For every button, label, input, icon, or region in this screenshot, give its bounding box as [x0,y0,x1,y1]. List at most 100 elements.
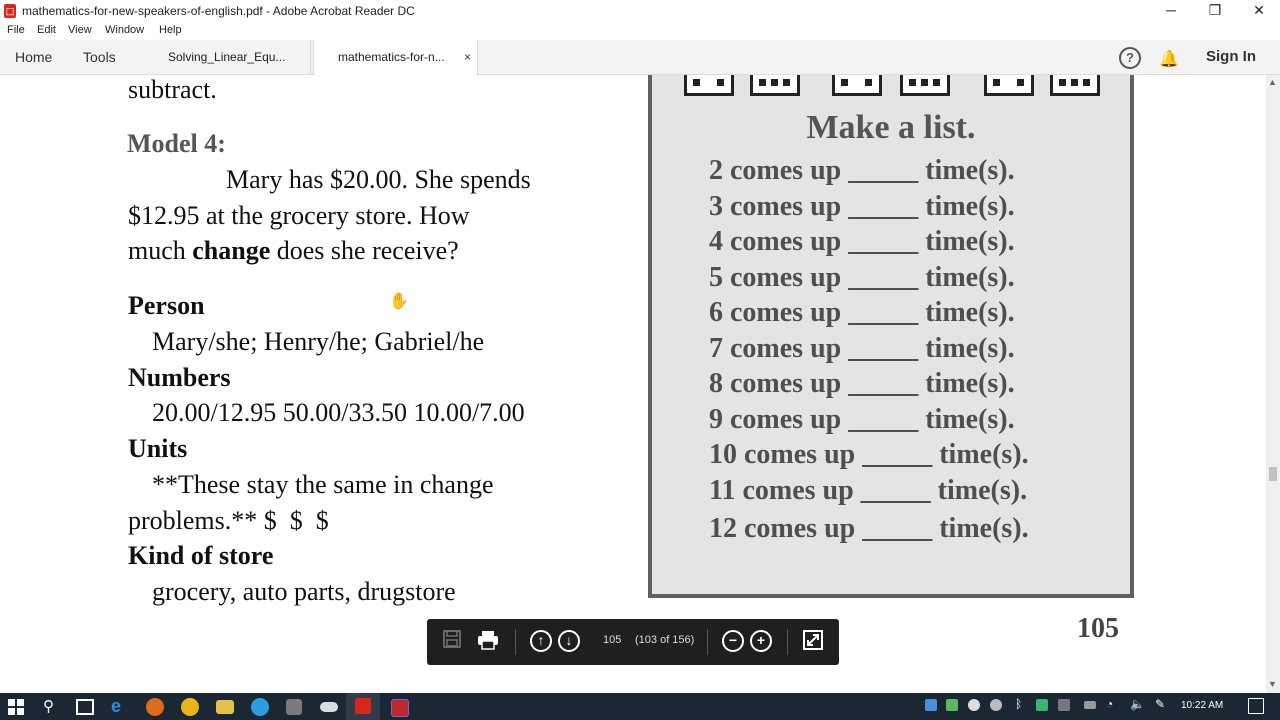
text-subtract: subtract. [128,75,217,104]
problem-line-1: Mary has $20.00. She spends [226,165,531,194]
dice-icon [984,75,1034,96]
units-line-2: problems.** $ $ $ [128,506,329,535]
problem-text: much [128,236,193,265]
edge-browser-icon[interactable]: e [111,696,133,718]
print-icon[interactable] [476,630,500,654]
tab-tools[interactable]: Tools [83,49,116,65]
previous-page-icon[interactable]: ↑ [530,630,552,652]
close-window-button[interactable]: ✕ [1236,0,1280,22]
make-a-list-box: Make a list. 2 comes up _____ time(s). 3… [648,75,1134,598]
pen-icon[interactable]: ✎ [1155,697,1165,711]
system-clock[interactable]: 10:22 AM [1181,700,1223,711]
list-item: 9 comes up _____ time(s). [709,404,1015,435]
acrobat-reader-icon [355,698,371,714]
menu-view[interactable]: View [68,24,92,36]
tray-icon[interactable] [1036,699,1048,711]
list-item: 3 comes up _____ time(s). [709,191,1015,222]
scroll-up-arrow-icon[interactable]: ▲ [1268,77,1277,87]
save-icon[interactable] [440,630,464,654]
person-value: Mary/she; Henry/he; Gabriel/he [152,327,485,356]
menu-window[interactable]: Window [105,24,144,36]
tab-document-label: Solving_Linear_Equ... [168,50,286,64]
tab-document-mathematics[interactable]: mathematics-for-n... × [313,40,478,75]
page-count: (103 of 156) [635,634,695,646]
volume-icon[interactable]: 🔈 [1130,697,1145,711]
menu-edit[interactable]: Edit [37,24,56,36]
tray-icon[interactable] [925,699,937,711]
make-a-list-title: Make a list. [806,109,976,146]
scroll-down-arrow-icon[interactable]: ▼ [1268,679,1277,689]
tray-icon[interactable] [1058,699,1070,711]
problem-line-3: much change does she receive? [128,236,459,266]
store-value: grocery, auto parts, drugstore [152,577,456,606]
app-icon[interactable] [251,698,269,716]
problem-line-2: $12.95 at the grocery store. How [128,201,470,230]
tray-icon[interactable] [968,699,980,711]
close-tab-icon[interactable]: × [464,40,471,74]
help-icon[interactable]: ? [1119,47,1141,69]
notifications-icon[interactable] [1248,698,1264,714]
restore-button[interactable]: ❐ [1192,0,1238,22]
battery-icon[interactable] [1084,701,1096,709]
units-line-1: **These stay the same in change [152,470,494,499]
zoom-in-icon[interactable]: + [750,630,772,652]
document-viewer[interactable]: subtract. Model 4: Mary has $20.00. She … [0,75,1266,693]
firefox-icon[interactable] [146,698,164,716]
numbers-heading: Numbers [128,363,231,392]
dice-icon [832,75,882,96]
tab-home[interactable]: Home [15,49,52,65]
list-item: 2 comes up _____ time(s). [709,155,1015,186]
menu-help[interactable]: Help [159,24,182,36]
wifi-icon[interactable]: ◔ [1106,697,1113,711]
app-icon[interactable] [391,699,409,717]
list-item: 4 comes up _____ time(s). [709,226,1015,257]
list-item: 11 comes up _____ time(s). [709,475,1028,506]
page-number-input[interactable]: 105 [603,634,621,646]
chrome-icon[interactable] [181,698,199,716]
dice-icon [684,75,734,96]
keyword-change: change [192,236,271,265]
toolbar-separator [787,629,788,655]
app-icon[interactable] [286,699,302,715]
vertical-scrollbar[interactable]: ▲ ▼ [1266,75,1280,693]
list-item: 6 comes up _____ time(s). [709,297,1015,328]
units-heading: Units [128,434,188,463]
next-page-icon[interactable]: ↓ [558,630,580,652]
list-item: 12 comes up _____ time(s). [709,513,1029,544]
bluetooth-icon[interactable]: ᛒ [1015,697,1022,711]
menu-bar: File Edit View Window Help [0,22,1280,40]
search-icon[interactable]: ⚲ [43,697,54,715]
model-heading: Model 4: [127,129,226,158]
hand-cursor-icon: ✋ [389,293,409,310]
dice-icon [750,75,800,96]
menu-file[interactable]: File [7,24,25,36]
person-heading: Person [128,291,205,320]
tray-icon[interactable] [990,699,1002,711]
list-item: 8 comes up _____ time(s). [709,368,1015,399]
page-number: 105 [1077,613,1119,644]
tray-icon[interactable] [946,699,958,711]
windows-taskbar: ⚲ e ᛒ ◔ 🔈 ✎ 10:22 AM [0,693,1280,720]
acrobat-pdf-icon: ⬚ [4,4,16,18]
minimize-button[interactable]: ─ [1148,0,1194,22]
scrollbar-thumb[interactable] [1269,467,1277,481]
tab-document-solving-linear[interactable]: Solving_Linear_Equ... [152,40,311,74]
zoom-out-icon[interactable]: − [722,630,744,652]
tab-document-label: mathematics-for-n... [338,50,445,64]
onedrive-icon[interactable] [320,702,338,712]
sign-in-button[interactable]: Sign In [1206,48,1256,65]
toolbar-separator [707,629,708,655]
file-explorer-icon[interactable] [216,700,234,714]
notification-bell-icon[interactable]: 🔔 [1159,49,1179,69]
dice-icon [900,75,950,96]
dice-icon [1050,75,1100,96]
taskbar-active-app[interactable] [346,693,380,720]
task-view-icon[interactable] [76,699,94,715]
list-item: 7 comes up _____ time(s). [709,333,1015,364]
problem-text: does she receive? [270,236,459,265]
window-title: mathematics-for-new-speakers-of-english.… [22,4,415,18]
numbers-value: 20.00/12.95 50.00/33.50 10.00/7.00 [152,398,525,427]
windows-start-icon[interactable] [8,699,24,720]
list-item: 5 comes up _____ time(s). [709,262,1015,293]
fit-page-icon[interactable] [801,630,825,654]
